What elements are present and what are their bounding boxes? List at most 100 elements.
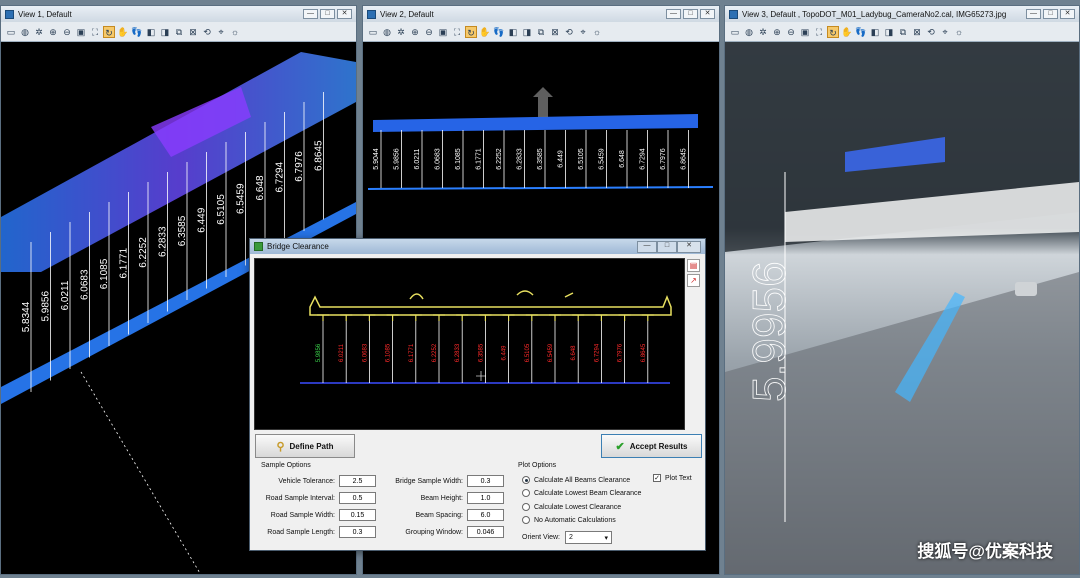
zoom-out-icon[interactable]: ⊖ bbox=[423, 26, 435, 38]
view-3-camera-image[interactable]: 5.9956 搜狐号@优案科技 bbox=[725, 42, 1079, 574]
clip-volume-icon[interactable]: ⊠ bbox=[549, 26, 561, 38]
view-2-titlebar[interactable]: View 2, Default — □ ✕ bbox=[363, 6, 719, 22]
zoom-in-icon[interactable]: ⊕ bbox=[47, 26, 59, 38]
view-1-titlebar[interactable]: View 1, Default — □ ✕ bbox=[1, 6, 356, 22]
fit-view-icon[interactable]: ⛶ bbox=[89, 26, 101, 38]
view-3-overlay: 5.9956 bbox=[725, 42, 1079, 574]
window-area-icon[interactable]: ▣ bbox=[75, 26, 87, 38]
grouping-window-input[interactable] bbox=[467, 526, 504, 538]
render-icon[interactable]: ◍ bbox=[743, 26, 755, 38]
zoom-in-icon[interactable]: ⊕ bbox=[771, 26, 783, 38]
accept-results-button[interactable]: ✔ Accept Results bbox=[601, 434, 702, 458]
lights-icon[interactable]: ☼ bbox=[953, 26, 965, 38]
clearance-label: 6.7294 bbox=[640, 148, 647, 170]
radio-lowest-clearance[interactable]: Calculate Lowest Clearance bbox=[522, 503, 621, 511]
view-attributes-icon[interactable]: ▭ bbox=[5, 26, 17, 38]
close-button[interactable]: ✕ bbox=[337, 9, 352, 19]
pan-view-icon[interactable]: ✋ bbox=[117, 26, 129, 38]
define-path-button[interactable]: ⚲ Define Path bbox=[255, 434, 355, 458]
render-icon[interactable]: ◍ bbox=[381, 26, 393, 38]
zoom-out-icon[interactable]: ⊖ bbox=[61, 26, 73, 38]
view-rotate-icon[interactable]: ⟲ bbox=[925, 26, 937, 38]
walk-icon[interactable]: 👣 bbox=[855, 26, 867, 38]
view-rotate-icon[interactable]: ⟲ bbox=[201, 26, 213, 38]
view-attributes-icon[interactable]: ▭ bbox=[367, 26, 379, 38]
beam-spacing-input[interactable] bbox=[467, 509, 504, 521]
zoom-in-icon[interactable]: ⊕ bbox=[409, 26, 421, 38]
next-view-icon[interactable]: ◨ bbox=[521, 26, 533, 38]
previous-view-icon[interactable]: ◧ bbox=[145, 26, 157, 38]
previous-view-icon[interactable]: ◧ bbox=[869, 26, 881, 38]
fit-view-icon[interactable]: ⛶ bbox=[451, 26, 463, 38]
plot-trend-icon[interactable]: ↗ bbox=[687, 274, 700, 287]
clearance-preview[interactable]: 5.9856 6.0211 6.0683 6.1085 6.1771 6.2252 6.28… bbox=[254, 258, 685, 430]
field-label: Road Sample Length: bbox=[267, 528, 335, 536]
beam-outline bbox=[409, 314, 422, 321]
minimize-button[interactable]: — bbox=[1026, 9, 1041, 19]
road-sample-interval-input[interactable] bbox=[339, 492, 376, 504]
close-button[interactable]: ✕ bbox=[700, 9, 715, 19]
lights-icon[interactable]: ☼ bbox=[591, 26, 603, 38]
lights-icon[interactable]: ☼ bbox=[229, 26, 241, 38]
window-area-icon[interactable]: ▣ bbox=[437, 26, 449, 38]
clearance-label: 6.7976 bbox=[618, 343, 624, 362]
minimize-button[interactable]: — bbox=[666, 9, 681, 19]
beam-height-input[interactable] bbox=[467, 492, 504, 504]
camera-icon[interactable]: ⌖ bbox=[215, 26, 227, 38]
rotate-view-icon[interactable]: ↻ bbox=[827, 25, 839, 38]
bridge-sample-width-input[interactable] bbox=[467, 475, 504, 487]
radio-label: Calculate Lowest Beam Clearance bbox=[534, 489, 642, 497]
view-attributes-icon[interactable]: ▭ bbox=[729, 26, 741, 38]
zoom-out-icon[interactable]: ⊖ bbox=[785, 26, 797, 38]
view-window-icon bbox=[729, 9, 738, 19]
next-view-icon[interactable]: ◨ bbox=[159, 26, 171, 38]
orient-view-select[interactable]: 2 ▾ bbox=[565, 531, 612, 544]
view-3-titlebar[interactable]: View 3, Default , TopoDOT_M01_Ladybug_Ca… bbox=[725, 6, 1079, 22]
view-2-toolbar: ▭ ◍ ✲ ⊕ ⊖ ▣ ⛶ ↻ ✋ 👣 ◧ ◨ ⧉ ⊠ ⟲ ⌖ ☼ bbox=[363, 22, 719, 42]
copy-view-icon[interactable]: ⧉ bbox=[535, 26, 547, 38]
vehicle-tolerance-field: Vehicle Tolerance: bbox=[255, 475, 376, 487]
view-rotate-icon[interactable]: ⟲ bbox=[563, 26, 575, 38]
camera-icon[interactable]: ⌖ bbox=[577, 26, 589, 38]
radio-all-beams[interactable]: Calculate All Beams Clearance bbox=[522, 476, 630, 484]
pan-view-icon[interactable]: ✋ bbox=[479, 26, 491, 38]
brightness-icon[interactable]: ✲ bbox=[757, 26, 769, 38]
clearance-label: 6.7294 bbox=[275, 162, 286, 193]
fit-view-icon[interactable]: ⛶ bbox=[813, 26, 825, 38]
vehicle-tolerance-input[interactable] bbox=[339, 475, 376, 487]
close-button[interactable]: ✕ bbox=[1060, 9, 1075, 19]
clearance-label: 6.8645 bbox=[314, 140, 325, 171]
road-sample-length-input[interactable] bbox=[339, 526, 376, 538]
render-icon[interactable]: ◍ bbox=[19, 26, 31, 38]
minimize-button[interactable]: — bbox=[303, 9, 318, 19]
maximize-button[interactable]: □ bbox=[657, 240, 677, 253]
walk-icon[interactable]: 👣 bbox=[493, 26, 505, 38]
brightness-icon[interactable]: ✲ bbox=[395, 26, 407, 38]
plot-text-checkbox[interactable]: ✓ Plot Text bbox=[653, 474, 692, 482]
close-button[interactable]: ✕ bbox=[677, 240, 701, 253]
dialog-titlebar[interactable]: Bridge Clearance — □ ✕ bbox=[250, 239, 705, 254]
radio-lowest-beam[interactable]: Calculate Lowest Beam Clearance bbox=[522, 489, 641, 497]
pan-view-icon[interactable]: ✋ bbox=[841, 26, 853, 38]
clip-volume-icon[interactable]: ⊠ bbox=[911, 26, 923, 38]
color-legend-icon[interactable]: ▤ bbox=[687, 259, 700, 272]
radio-no-automatic[interactable]: No Automatic Calculations bbox=[522, 516, 616, 524]
copy-view-icon[interactable]: ⧉ bbox=[173, 26, 185, 38]
copy-view-icon[interactable]: ⧉ bbox=[897, 26, 909, 38]
clip-volume-icon[interactable]: ⊠ bbox=[187, 26, 199, 38]
road-sample-width-input[interactable] bbox=[339, 509, 376, 521]
previous-view-icon[interactable]: ◧ bbox=[507, 26, 519, 38]
car bbox=[1015, 282, 1037, 296]
rotate-view-icon[interactable]: ↻ bbox=[103, 25, 115, 38]
window-area-icon[interactable]: ▣ bbox=[799, 26, 811, 38]
brightness-icon[interactable]: ✲ bbox=[33, 26, 45, 38]
view-rotate-gizmo-icon[interactable] bbox=[533, 87, 553, 117]
camera-icon[interactable]: ⌖ bbox=[939, 26, 951, 38]
maximize-button[interactable]: □ bbox=[683, 9, 698, 19]
next-view-icon[interactable]: ◨ bbox=[883, 26, 895, 38]
minimize-button[interactable]: — bbox=[637, 240, 657, 253]
maximize-button[interactable]: □ bbox=[320, 9, 335, 19]
walk-icon[interactable]: 👣 bbox=[131, 26, 143, 38]
maximize-button[interactable]: □ bbox=[1043, 9, 1058, 19]
rotate-view-icon[interactable]: ↻ bbox=[465, 25, 477, 38]
